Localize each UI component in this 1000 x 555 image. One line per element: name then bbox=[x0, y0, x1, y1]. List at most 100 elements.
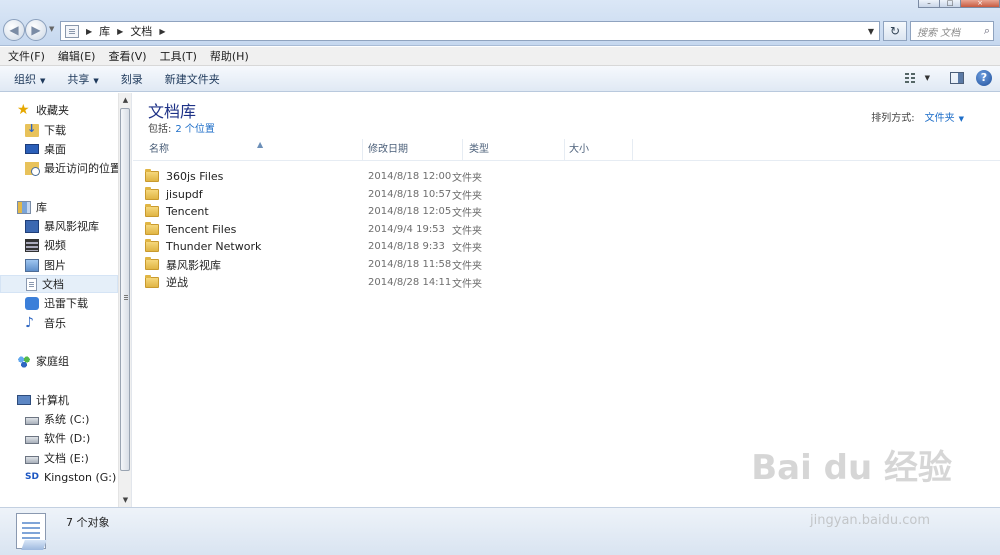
file-type: 文件夹 bbox=[452, 225, 482, 237]
breadcrumb-separator[interactable]: ▶ bbox=[86, 27, 92, 36]
thunder-icon bbox=[25, 296, 39, 310]
file-name: 暴风影视库 bbox=[145, 257, 351, 273]
nav-computer[interactable]: 计算机 bbox=[17, 391, 69, 409]
nav-label: 计算机 bbox=[36, 394, 69, 407]
address-history-dropdown[interactable]: ▼ bbox=[863, 27, 879, 36]
recent-places-icon bbox=[25, 161, 40, 176]
breadcrumb-documents[interactable]: 文档 bbox=[130, 23, 152, 39]
file-type: 文件夹 bbox=[452, 278, 482, 290]
scroll-thumb[interactable] bbox=[120, 108, 130, 471]
menu-view[interactable]: 查看(V) bbox=[108, 48, 146, 64]
more-views-dropdown[interactable]: ▼ bbox=[925, 74, 930, 82]
close-button[interactable]: × bbox=[960, 0, 1000, 8]
file-date: 2014/8/18 12:00 bbox=[368, 171, 452, 182]
column-size[interactable]: 大小 bbox=[563, 139, 633, 161]
file-name-text: Tencent bbox=[166, 205, 209, 219]
nav-label: 音乐 bbox=[44, 317, 66, 330]
folder-icon bbox=[145, 257, 159, 270]
change-view-icon[interactable] bbox=[904, 72, 919, 84]
nav-label: 系统 (C:) bbox=[44, 413, 90, 426]
file-type: 文件夹 bbox=[452, 243, 482, 255]
file-name: Tencent bbox=[145, 204, 351, 219]
scroll-up-button[interactable]: ▲ bbox=[119, 93, 132, 107]
nav-label: 桌面 bbox=[44, 143, 66, 156]
new-folder-button[interactable]: 新建文件夹 bbox=[165, 71, 220, 87]
refresh-button[interactable]: ↻ bbox=[883, 21, 907, 41]
documents-library-icon bbox=[16, 513, 46, 549]
includes-label: 包括: bbox=[148, 124, 172, 135]
column-name[interactable]: 名称 ▲ bbox=[143, 139, 363, 161]
file-name-text: 360js Files bbox=[166, 170, 224, 183]
nav-label: 文档 bbox=[42, 278, 64, 291]
file-row[interactable]: Tencent 2014/8/18 12:05 文件夹 bbox=[145, 203, 635, 220]
music-note-icon: ♪ bbox=[25, 314, 34, 331]
column-type[interactable]: 类型 bbox=[463, 139, 565, 161]
scroll-down-button[interactable]: ▼ bbox=[119, 493, 132, 507]
nav-label: 文档 (E:) bbox=[44, 452, 89, 465]
nav-favorites[interactable]: ★ 收藏夹 bbox=[17, 101, 69, 119]
address-bar[interactable]: ▶ 库 ▶ 文档 ▶ ▼ bbox=[60, 21, 880, 41]
folder-icon bbox=[145, 169, 159, 182]
burn-button[interactable]: 刻录 bbox=[121, 71, 143, 87]
menu-file[interactable]: 文件(F) bbox=[8, 48, 45, 64]
file-row[interactable]: jisupdf 2014/8/18 10:57 文件夹 bbox=[145, 186, 635, 203]
nav-scrollbar[interactable]: ▲ ▼ bbox=[118, 93, 131, 507]
window-controls: – □ × bbox=[918, 0, 1000, 8]
nav-documents[interactable]: 文档 bbox=[0, 275, 118, 293]
file-row[interactable]: 逆战 2014/8/28 14:11 文件夹 bbox=[145, 274, 635, 291]
nav-baofeng-library[interactable]: 暴风影视库 bbox=[25, 217, 99, 235]
file-date: 2014/8/18 10:57 bbox=[368, 188, 452, 200]
menu-tools[interactable]: 工具(T) bbox=[160, 48, 197, 64]
share-button[interactable]: 共享 ▼ bbox=[67, 71, 98, 87]
minimize-button[interactable]: – bbox=[918, 0, 940, 8]
file-row[interactable]: 暴风影视库 2014/8/18 11:58 文件夹 bbox=[145, 256, 635, 273]
file-type: 文件夹 bbox=[452, 173, 482, 184]
menu-edit[interactable]: 编辑(E) bbox=[58, 48, 96, 64]
folder-icon bbox=[145, 186, 159, 200]
computer-icon bbox=[17, 395, 31, 405]
file-name-text: Tencent Files bbox=[166, 222, 237, 236]
breadcrumb-separator[interactable]: ▶ bbox=[117, 27, 123, 36]
nav-label: 图片 bbox=[44, 259, 66, 272]
breadcrumb-separator[interactable]: ▶ bbox=[159, 27, 165, 36]
nav-downloads[interactable]: 下载 bbox=[25, 121, 66, 139]
library-includes: 包括: 2 个位置 bbox=[148, 120, 215, 135]
nav-thunder-downloads[interactable]: 迅雷下载 bbox=[25, 294, 88, 312]
recent-pages-dropdown[interactable]: ▼ bbox=[49, 25, 54, 33]
arrange-by-dropdown[interactable]: 文件夹 bbox=[925, 113, 955, 124]
nav-pictures[interactable]: 图片 bbox=[25, 256, 66, 274]
column-label: 名称 bbox=[149, 144, 169, 155]
nav-drive-c[interactable]: 系统 (C:) bbox=[25, 410, 89, 428]
file-row[interactable]: Tencent Files 2014/9/4 19:53 文件夹 bbox=[145, 221, 635, 238]
windows-drive-icon bbox=[25, 416, 39, 425]
forward-button[interactable]: ▶ bbox=[25, 19, 47, 41]
help-icon[interactable]: ? bbox=[976, 70, 992, 86]
baidu-watermark-url: jingyan.baidu.com bbox=[810, 513, 930, 528]
file-row[interactable]: 360js Files 2014/8/18 12:00 文件夹 bbox=[145, 168, 635, 185]
file-row[interactable]: Thunder Network 2014/8/18 9:33 文件夹 bbox=[145, 238, 635, 255]
nav-desktop[interactable]: 桌面 bbox=[25, 140, 66, 158]
drive-icon bbox=[25, 435, 39, 444]
nav-drive-d[interactable]: 软件 (D:) bbox=[25, 429, 90, 447]
nav-recent-places[interactable]: 最近访问的位置 bbox=[25, 159, 121, 177]
menu-help[interactable]: 帮助(H) bbox=[210, 48, 249, 64]
preview-pane-icon[interactable] bbox=[950, 72, 964, 84]
nav-videos[interactable]: 视频 bbox=[25, 236, 66, 254]
sort-ascending-icon: ▲ bbox=[257, 140, 264, 149]
nav-drive-g[interactable]: SD Kingston (G:) bbox=[25, 468, 116, 486]
file-name-text: 暴风影视库 bbox=[166, 258, 221, 272]
nav-drive-e[interactable]: 文档 (E:) bbox=[25, 449, 89, 467]
nav-label: 最近访问的位置 bbox=[44, 162, 121, 175]
organize-button[interactable]: 组织 ▼ bbox=[14, 71, 45, 87]
nav-music[interactable]: ♪ 音乐 bbox=[25, 314, 66, 332]
file-date: 2014/8/18 12:05 bbox=[368, 206, 452, 218]
breadcrumb-libraries[interactable]: 库 bbox=[99, 23, 110, 39]
back-button[interactable]: ◀ bbox=[3, 19, 25, 41]
library-locations-link[interactable]: 2 个位置 bbox=[175, 124, 215, 135]
maximize-button[interactable]: □ bbox=[939, 0, 961, 8]
nav-libraries[interactable]: 库 bbox=[17, 198, 47, 216]
search-input[interactable]: 搜索 文档 ⌕ bbox=[910, 21, 994, 41]
nav-homegroup[interactable]: 家庭组 bbox=[17, 352, 69, 370]
column-date[interactable]: 修改日期 bbox=[362, 139, 463, 161]
chevron-down-icon: ▼ bbox=[40, 76, 46, 85]
